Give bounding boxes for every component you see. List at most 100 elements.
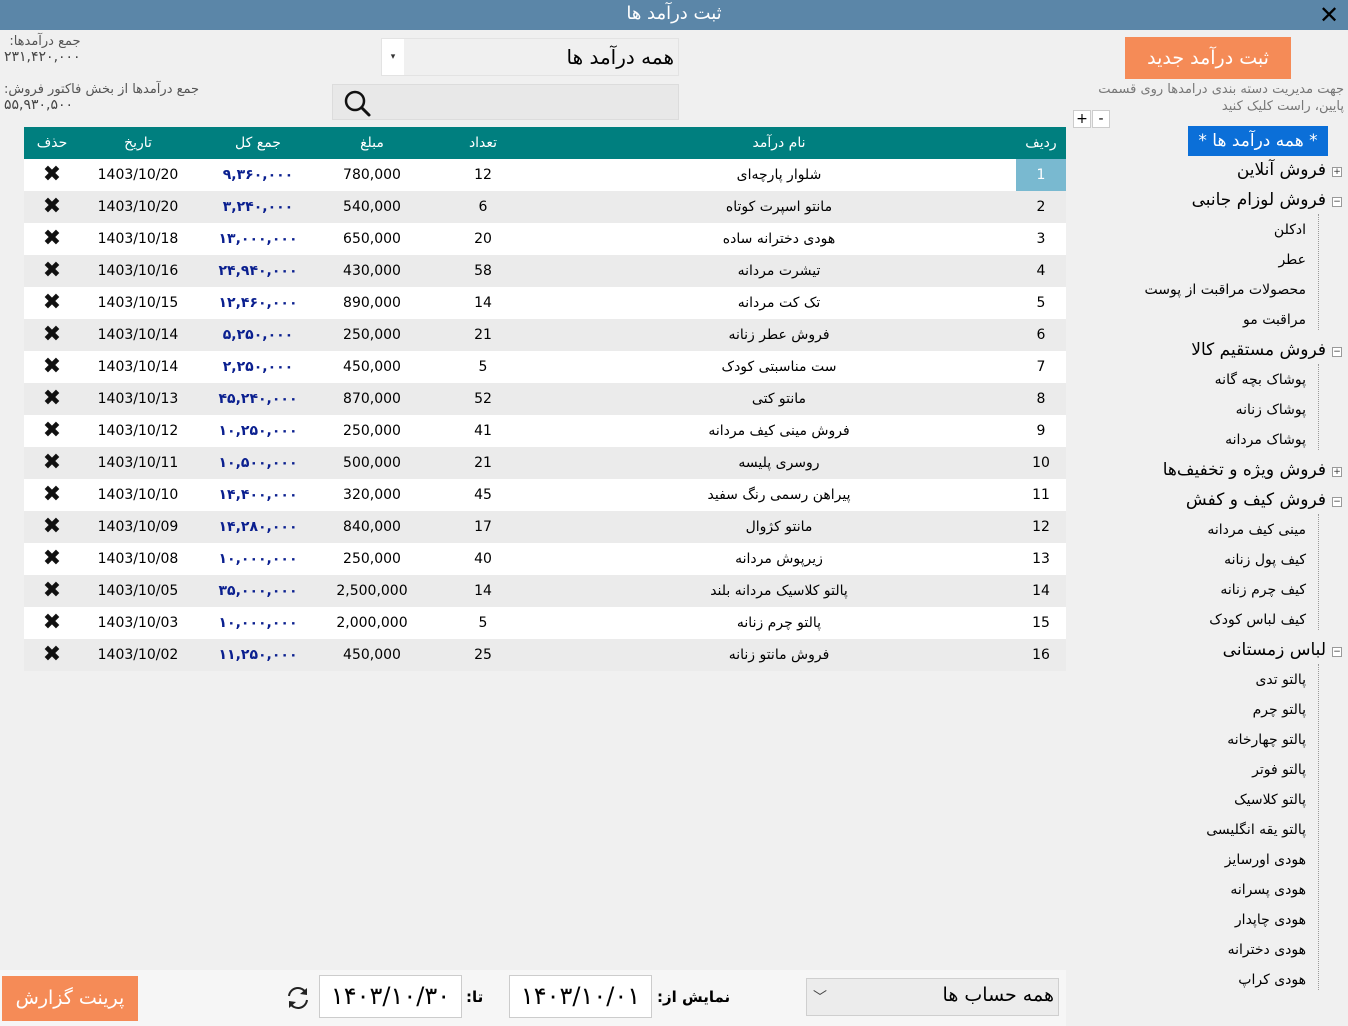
header-total[interactable]: جمع کل — [196, 135, 320, 151]
delete-icon[interactable]: ✖ — [24, 162, 80, 187]
table-row[interactable]: ✖ 1403/10/14 ۵,۲۵۰,۰۰۰ 250,000 21 فروش عطر زن… — [24, 319, 1066, 351]
cell-total: ۲۴,۹۴۰,۰۰۰ — [218, 263, 298, 279]
collapse-icon[interactable]: − — [1332, 347, 1342, 357]
table-row[interactable]: ✖ 1403/10/13 ۴۵,۲۴۰,۰۰۰ 870,000 52 مانتو کتی 8 — [24, 383, 1066, 415]
tree-item[interactable]: هودی کراپ — [1238, 972, 1306, 988]
tree-item[interactable]: پوشاک مردانه — [1225, 432, 1306, 448]
close-icon[interactable]: ✕ — [1316, 2, 1342, 28]
table-row[interactable]: ✖ 1403/10/08 ۱۰,۰۰۰,۰۰۰ 250,000 40 زیرپوش مرد… — [24, 543, 1066, 575]
table-row[interactable]: ✖ 1403/10/10 ۱۴,۴۰۰,۰۰۰ 320,000 45 پیراهن رسم… — [24, 479, 1066, 511]
delete-icon[interactable]: ✖ — [24, 450, 80, 475]
tree-item[interactable]: پوشاک زنانه — [1236, 402, 1306, 418]
delete-icon[interactable]: ✖ — [24, 578, 80, 603]
tree-root-all-incomes[interactable]: * همه درآمد ها * — [1188, 126, 1328, 156]
collapse-all-button[interactable]: - — [1092, 110, 1110, 128]
tree-item[interactable]: هودی پسرانه — [1230, 882, 1306, 898]
cell-name: مانتو کژوال — [745, 519, 813, 535]
tree-group[interactable]: فروش مستقیم کالا − — [1191, 340, 1342, 360]
delete-icon[interactable]: ✖ — [24, 290, 80, 315]
delete-icon[interactable]: ✖ — [24, 418, 80, 443]
chevron-down-icon[interactable]: ﹀ — [813, 987, 827, 1007]
search-box[interactable] — [332, 84, 679, 120]
category-select[interactable]: ▾ همه درآمد ها — [381, 38, 679, 76]
expand-icon[interactable]: + — [1332, 167, 1342, 177]
tree-item[interactable]: هودی دخترانه — [1228, 942, 1306, 958]
tree-item[interactable]: عطر — [1278, 252, 1306, 268]
header-index[interactable]: ردیف — [1016, 135, 1066, 151]
header-qty[interactable]: تعداد — [424, 135, 542, 151]
expand-all-button[interactable]: + — [1073, 110, 1091, 128]
tree-group[interactable]: فروش لوزام جانبی − — [1191, 190, 1342, 210]
cell-date: 1403/10/08 — [97, 551, 179, 567]
tree-item[interactable]: ادکلن — [1274, 222, 1306, 238]
tree-item[interactable]: پالتو تدی — [1255, 672, 1306, 688]
tree-item[interactable]: پالتو یقه انگلیسی — [1206, 822, 1306, 838]
table-row[interactable]: ✖ 1403/10/09 ۱۴,۲۸۰,۰۰۰ 840,000 17 مانتو کژوا… — [24, 511, 1066, 543]
delete-icon[interactable]: ✖ — [24, 514, 80, 539]
tree-group[interactable]: لباس زمستانی − — [1223, 640, 1342, 660]
collapse-icon[interactable]: − — [1332, 497, 1342, 507]
tree-item[interactable]: کیف لباس کودک — [1209, 612, 1306, 628]
header-amount[interactable]: مبلغ — [320, 135, 424, 151]
new-income-button[interactable]: ثبت درآمد جدید — [1125, 37, 1291, 79]
tree-item[interactable]: پالتو کلاسیک — [1234, 792, 1306, 808]
from-date-input[interactable]: ۱۴۰۳/۱۰/۰۱ — [509, 975, 652, 1018]
search-input[interactable] — [381, 87, 675, 117]
table-row[interactable]: ✖ 1403/10/15 ۱۲,۴۶۰,۰۰۰ 890,000 14 تک کت مردا… — [24, 287, 1066, 319]
delete-icon[interactable]: ✖ — [24, 546, 80, 571]
delete-icon[interactable]: ✖ — [24, 226, 80, 251]
cell-qty: 52 — [474, 391, 492, 407]
delete-icon[interactable]: ✖ — [24, 610, 80, 635]
to-date-input[interactable]: ۱۴۰۳/۱۰/۳۰ — [319, 975, 462, 1018]
delete-icon[interactable]: ✖ — [24, 482, 80, 507]
delete-icon[interactable]: ✖ — [24, 354, 80, 379]
tree-item[interactable]: پوشاک بچه گانه — [1215, 372, 1306, 388]
tree-item[interactable]: پالتو چهارخانه — [1227, 732, 1306, 748]
table-row[interactable]: ✖ 1403/10/03 ۱۰,۰۰۰,۰۰۰ 2,000,000 5 پالتو چرم… — [24, 607, 1066, 639]
tree-item[interactable]: پالتو فوتر — [1252, 762, 1306, 778]
tree-item[interactable]: مراقبت مو — [1243, 312, 1306, 328]
header-date[interactable]: تاریخ — [80, 135, 196, 151]
table-row[interactable]: ✖ 1403/10/20 ۳,۲۴۰,۰۰۰ 540,000 6 مانتو اسپرت … — [24, 191, 1066, 223]
tree-item[interactable]: محصولات مراقبت از پوست — [1145, 282, 1306, 298]
tree-group-label: فروش لوزام جانبی — [1191, 190, 1326, 210]
table-row[interactable]: ✖ 1403/10/05 ۳۵,۰۰۰,۰۰۰ 2,500,000 14 پالتو کل… — [24, 575, 1066, 607]
print-report-button[interactable]: پرینت گزارش — [2, 976, 138, 1021]
cell-total: ۴۵,۲۴۰,۰۰۰ — [218, 391, 298, 407]
delete-icon[interactable]: ✖ — [24, 386, 80, 411]
delete-icon[interactable]: ✖ — [24, 642, 80, 667]
table-row[interactable]: ✖ 1403/10/11 ۱۰,۵۰۰,۰۰۰ 500,000 21 روسری پلیس… — [24, 447, 1066, 479]
cell-date: 1403/10/10 — [97, 487, 179, 503]
tree-group[interactable]: فروش آنلاین + — [1237, 160, 1342, 180]
tree-item[interactable]: هودی چاپدار — [1235, 912, 1306, 928]
tree-item[interactable]: مینی کیف مردانه — [1207, 522, 1306, 538]
collapse-icon[interactable]: − — [1332, 197, 1342, 207]
tree-item[interactable]: پالتو چرم — [1253, 702, 1306, 718]
cell-index: 1 — [1016, 159, 1066, 191]
expand-icon[interactable]: + — [1332, 467, 1342, 477]
accounts-select[interactable]: ﹀ همه حساب ها — [806, 978, 1059, 1016]
table-row[interactable]: ✖ 1403/10/16 ۲۴,۹۴۰,۰۰۰ 430,000 58 تیشرت مردا… — [24, 255, 1066, 287]
table-row[interactable]: ✖ 1403/10/18 ۱۳,۰۰۰,۰۰۰ 650,000 20 هودی دخترا… — [24, 223, 1066, 255]
header-name[interactable]: نام درآمد — [542, 135, 1016, 151]
delete-icon[interactable]: ✖ — [24, 322, 80, 347]
cell-index: 16 — [1032, 647, 1050, 663]
invoice-total-value: ۵۵,۹۳۰,۵۰۰ — [4, 97, 74, 113]
tree-item[interactable]: هودی اورسایز — [1225, 852, 1306, 868]
delete-icon[interactable]: ✖ — [24, 258, 80, 283]
search-icon[interactable] — [337, 87, 377, 119]
tree-controls: + - — [1073, 108, 1111, 128]
collapse-icon[interactable]: − — [1332, 647, 1342, 657]
table-row[interactable]: ✖ 1403/10/14 ۲,۲۵۰,۰۰۰ 450,000 5 ست مناسبتی ک… — [24, 351, 1066, 383]
table-row[interactable]: ✖ 1403/10/02 ۱۱,۲۵۰,۰۰۰ 450,000 25 فروش مانتو… — [24, 639, 1066, 671]
table-row[interactable]: ✖ 1403/10/20 ۹,۳۶۰,۰۰۰ 780,000 12 شلوار پارچه… — [24, 159, 1066, 191]
tree-item[interactable]: کیف چرم زنانه — [1220, 582, 1306, 598]
table-row[interactable]: ✖ 1403/10/12 ۱۰,۲۵۰,۰۰۰ 250,000 41 فروش مینی … — [24, 415, 1066, 447]
cell-total: ۱۰,۰۰۰,۰۰۰ — [218, 615, 298, 631]
tree-group[interactable]: فروش کیف و کفش − — [1186, 490, 1342, 510]
delete-icon[interactable]: ✖ — [24, 194, 80, 219]
chevron-down-icon[interactable]: ▾ — [382, 39, 404, 75]
tree-group[interactable]: فروش ویژه و تخفیف‌ها + — [1163, 460, 1342, 480]
refresh-icon[interactable] — [285, 985, 311, 1011]
tree-item[interactable]: کیف پول زنانه — [1224, 552, 1306, 568]
